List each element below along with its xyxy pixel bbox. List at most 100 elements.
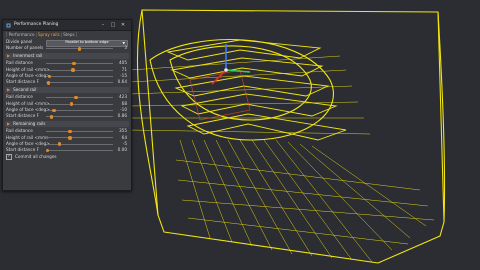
param-slider[interactable]	[46, 108, 113, 113]
triangle-right-icon: ▶	[7, 120, 11, 126]
param-label: Height of rail <mm>	[6, 134, 50, 140]
triangle-right-icon: ▶	[7, 52, 11, 58]
param-row: Start distance F 0.00	[3, 147, 131, 153]
performance-planing-panel: Performance Planing – □ ✕ [ Performance …	[2, 19, 132, 191]
window-title: Performance Planing	[14, 21, 59, 27]
param-row: Start distance F 0.64	[3, 79, 131, 85]
param-slider[interactable]	[46, 142, 113, 147]
param-value: 0.00	[117, 147, 127, 153]
section-header[interactable]: ▶ Innermost rail	[5, 52, 129, 60]
hull-line	[179, 139, 211, 239]
param-value: 423	[119, 94, 127, 100]
param-label: Height of rail <mm>	[6, 66, 50, 72]
param-label: Start distance F	[6, 113, 40, 119]
chevron-down-icon: ▼	[122, 40, 125, 45]
param-slider[interactable]	[46, 80, 113, 85]
param-slider[interactable]	[46, 68, 113, 72]
section-header[interactable]: ▶ Remaining rails	[5, 120, 129, 128]
param-label: Start distance F	[6, 147, 40, 153]
minimize-button[interactable]: –	[98, 22, 108, 28]
section-header[interactable]: ▶ Second rail	[5, 86, 129, 94]
section-title: Second rail	[13, 86, 37, 92]
param-slider[interactable]	[46, 136, 113, 140]
param-slider[interactable]	[46, 129, 113, 134]
hull-line	[181, 199, 435, 221]
maximize-button[interactable]: □	[108, 22, 118, 28]
param-value: 0.64	[117, 79, 127, 85]
hull-line	[177, 179, 429, 207]
slider-thumb[interactable]	[57, 142, 62, 147]
hull-line	[129, 129, 371, 135]
param-label: Angle of face <deg>	[6, 140, 50, 146]
param-row: Start distance F 0.86	[3, 113, 131, 119]
param-slider[interactable]	[46, 74, 113, 79]
window-titlebar[interactable]: Performance Planing – □ ✕	[3, 20, 131, 31]
hull-line	[215, 139, 273, 251]
slider-thumb[interactable]	[77, 47, 82, 51]
slider-thumb[interactable]	[72, 61, 76, 66]
close-button[interactable]: ✕	[118, 22, 128, 28]
app-icon	[6, 23, 11, 27]
number-of-panels-value: 3	[124, 45, 127, 51]
param-value: 68	[121, 100, 127, 106]
slider-thumb[interactable]	[71, 68, 75, 72]
slider-thumb[interactable]	[68, 129, 72, 134]
param-slider[interactable]	[46, 61, 113, 66]
commit-label: Commit all changes	[15, 154, 57, 160]
slider-thumb[interactable]	[74, 95, 78, 100]
tab-performance[interactable]: Performance	[9, 32, 35, 37]
param-label: Angle of face <deg>	[6, 107, 50, 112]
number-of-panels-row: Number of panels 3	[3, 45, 131, 51]
hull-line	[239, 139, 313, 257]
rail-4	[180, 93, 338, 117]
param-label: Rail distance	[6, 128, 33, 134]
hull-line	[203, 139, 253, 247]
param-label: Rail distance	[6, 60, 33, 66]
param-slider[interactable]	[46, 95, 113, 100]
rail-3	[174, 75, 330, 97]
section-title: Innermost rail	[13, 52, 43, 58]
param-value: 405	[119, 60, 127, 66]
rail-2	[170, 57, 324, 79]
slider-thumb[interactable]	[69, 102, 74, 106]
param-value: -15	[120, 73, 127, 79]
param-value: 71	[121, 66, 127, 72]
slider-thumb[interactable]	[46, 80, 51, 85]
param-value: 64	[121, 134, 127, 140]
param-value: 0.86	[117, 113, 127, 119]
tab-bar: [ Performance | Spray rails | Steps ]	[6, 31, 78, 37]
divide-panel-label: Divide panel	[6, 39, 33, 45]
param-value: 355	[119, 128, 127, 134]
commit-row: ✓ Commit all changes	[3, 154, 131, 161]
hull-line	[275, 139, 373, 263]
param-slider[interactable]	[46, 114, 113, 119]
slider-thumb[interactable]	[49, 114, 54, 119]
param-label: Height of rail <mm>	[6, 100, 50, 106]
hull-line	[191, 139, 233, 243]
hull-line	[287, 141, 393, 251]
param-slider[interactable]	[46, 102, 113, 106]
hull-line	[251, 139, 333, 259]
number-of-panels-slider[interactable]	[46, 47, 113, 51]
commit-checkbox[interactable]: ✓	[6, 154, 12, 161]
param-value: -10	[120, 106, 127, 112]
section-title: Remaining rails	[13, 120, 46, 126]
param-value: -5	[122, 140, 127, 146]
slider-thumb[interactable]	[47, 74, 52, 79]
slider-thumb[interactable]	[68, 136, 72, 140]
hull-line	[129, 55, 341, 71]
hull-line	[227, 139, 293, 255]
hull-line	[175, 159, 421, 191]
wireframe-bowl-curve	[136, 9, 159, 216]
triangle-right-icon: ▶	[7, 86, 11, 92]
tab-steps[interactable]: Steps	[63, 32, 74, 37]
hull-line	[311, 145, 427, 227]
param-label: Start distance F	[6, 79, 40, 85]
number-of-panels-label: Number of panels	[6, 45, 44, 51]
param-slider[interactable]	[45, 148, 113, 153]
slider-thumb[interactable]	[52, 108, 56, 113]
slider-thumb[interactable]	[45, 148, 50, 153]
param-label: Angle of face <deg>	[6, 73, 50, 79]
param-label: Rail distance	[6, 94, 33, 100]
tab-spray-rails[interactable]: Spray rails	[38, 32, 60, 37]
